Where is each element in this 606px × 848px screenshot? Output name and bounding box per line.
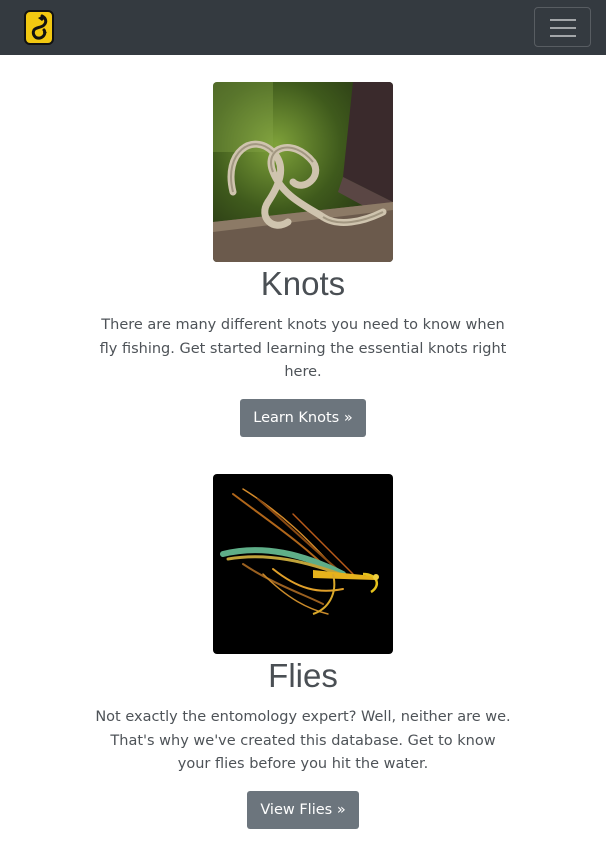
card-description: Not exactly the entomology expert? Well,… <box>95 709 511 772</box>
menu-bar <box>550 19 576 21</box>
top-navbar <box>0 0 606 55</box>
view-flies-button[interactable]: View Flies » <box>247 790 359 829</box>
flies-card: Flies Not exactly the entomology expert?… <box>0 474 606 829</box>
fishing-fly-image <box>213 474 393 654</box>
card-title: Flies <box>268 657 338 694</box>
brand-logo-icon[interactable] <box>24 10 54 45</box>
card-description: There are many different knots you need … <box>99 317 507 380</box>
fish-hook-icon <box>31 14 48 40</box>
learn-knots-button[interactable]: Learn Knots » <box>240 398 366 437</box>
hamburger-menu-button[interactable] <box>534 7 591 47</box>
menu-bar <box>550 35 576 37</box>
menu-bar <box>550 27 576 29</box>
rope-knot-image <box>213 82 393 262</box>
card-title: Knots <box>260 265 346 302</box>
knots-card: Knots There are many different knots you… <box>0 82 606 437</box>
